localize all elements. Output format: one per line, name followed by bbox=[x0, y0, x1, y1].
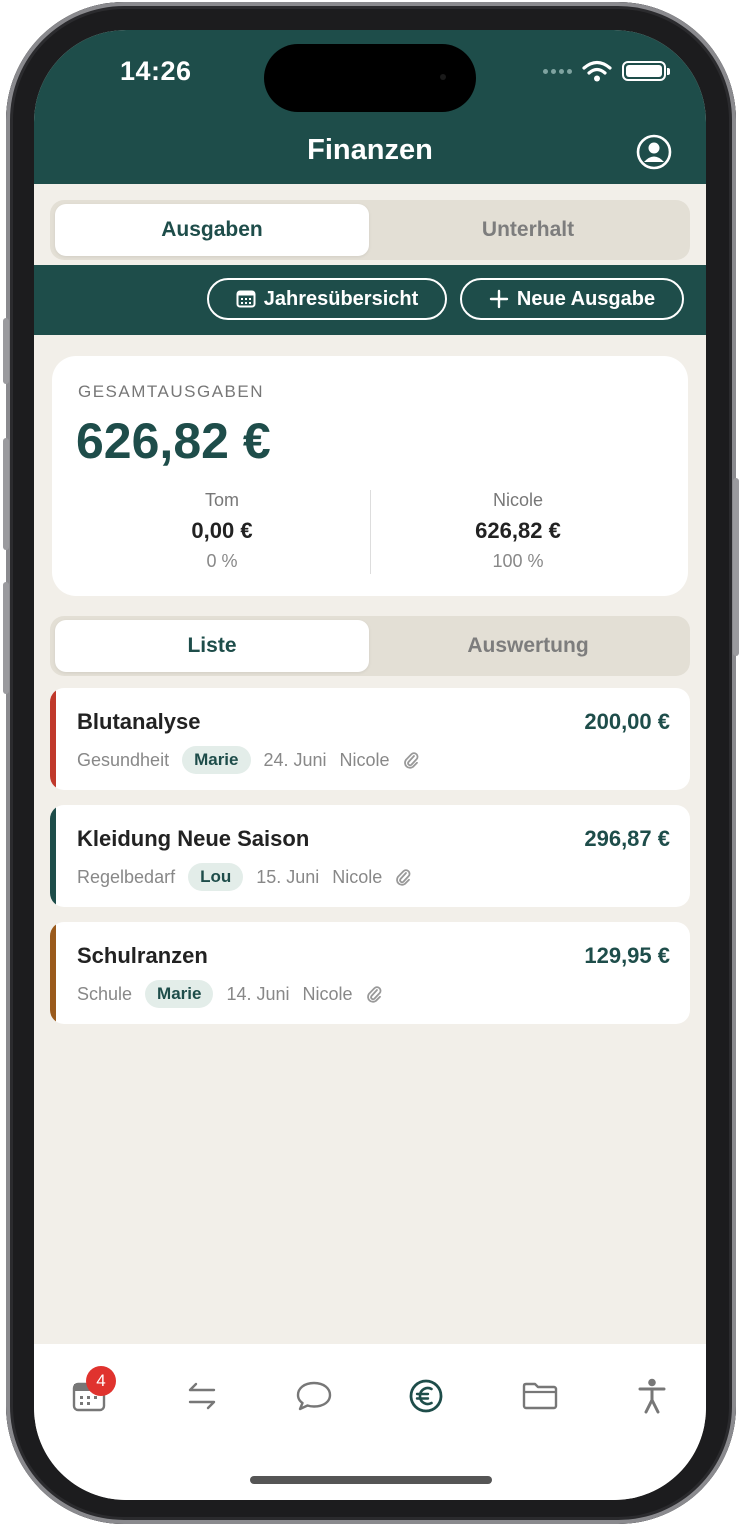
expense-title: Blutanalyse bbox=[77, 709, 201, 734]
yearly-overview-button[interactable]: Jahresübersicht bbox=[207, 278, 447, 320]
dynamic-island bbox=[264, 44, 476, 112]
expense-category: Schule bbox=[77, 983, 133, 1004]
tab-unterhalt[interactable]: Unterhalt bbox=[371, 204, 685, 256]
yearly-overview-label: Jahresübersicht bbox=[263, 287, 419, 310]
segment-list-analysis: Liste Auswertung bbox=[50, 616, 690, 676]
expense-title: Schulranzen bbox=[77, 943, 208, 968]
expense-amount: 129,95 € bbox=[584, 943, 670, 968]
expense-item[interactable]: Kleidung Neue Saison 296,87 € Regelbedar… bbox=[50, 805, 690, 907]
power-button bbox=[733, 478, 739, 656]
paperclip-icon bbox=[396, 869, 411, 886]
battery-icon bbox=[622, 61, 670, 81]
notification-badge: 4 bbox=[86, 1366, 116, 1396]
segment-expenses-maintenance: Ausgaben Unterhalt bbox=[50, 200, 690, 260]
expense-date: 24. Juni bbox=[263, 749, 327, 770]
person-percent: 100 % bbox=[492, 551, 544, 571]
signal-icon bbox=[543, 68, 572, 74]
new-expense-label: Neue Ausgabe bbox=[516, 287, 656, 310]
mute-switch bbox=[3, 318, 9, 384]
expense-date: 15. Juni bbox=[256, 866, 320, 887]
screen: 14:26 Finanzen Ausgaben Unterhalt Jahres… bbox=[34, 30, 706, 1500]
expense-payer: Nicole bbox=[339, 749, 390, 770]
expense-title: Kleidung Neue Saison bbox=[77, 826, 310, 851]
category-color-bar bbox=[50, 922, 56, 1024]
expense-payer: Nicole bbox=[302, 983, 353, 1004]
status-time: 14:26 bbox=[120, 56, 192, 86]
person-share-nicole: Nicole 626,82 € 100 % bbox=[368, 490, 668, 572]
expense-meta: Schule Marie 14. Juni Nicole bbox=[77, 980, 382, 1008]
total-expenses-amount: 626,82 € bbox=[76, 413, 271, 469]
wifi-icon bbox=[582, 60, 612, 82]
expense-amount: 296,87 € bbox=[584, 826, 670, 851]
expense-category: Regelbedarf bbox=[77, 866, 176, 887]
child-chip: Marie bbox=[182, 746, 251, 774]
status-icons bbox=[543, 60, 670, 82]
expense-date: 14. Juni bbox=[226, 983, 290, 1004]
expense-payer: Nicole bbox=[332, 866, 383, 887]
person-percent: 0 % bbox=[206, 551, 238, 571]
person-share-tom: Tom 0,00 € 0 % bbox=[72, 490, 372, 572]
expense-meta: Gesundheit Marie 24. Juni Nicole bbox=[77, 746, 419, 774]
action-bar: Jahresübersicht Neue Ausgabe bbox=[34, 265, 706, 335]
tab-liste[interactable]: Liste bbox=[55, 620, 369, 672]
expense-item[interactable]: Blutanalyse 200,00 € Gesundheit Marie 24… bbox=[50, 688, 690, 790]
home-indicator bbox=[250, 1476, 492, 1484]
transfer-icon[interactable] bbox=[182, 1376, 222, 1416]
plus-icon bbox=[489, 289, 509, 309]
expense-item[interactable]: Schulranzen 129,95 € Schule Marie 14. Ju… bbox=[50, 922, 690, 1024]
expense-category: Gesundheit bbox=[77, 749, 170, 770]
new-expense-button[interactable]: Neue Ausgabe bbox=[460, 278, 684, 320]
person-name: Tom bbox=[204, 490, 239, 510]
person-icon[interactable] bbox=[632, 1376, 672, 1416]
person-amount: 626,82 € bbox=[475, 518, 561, 543]
category-color-bar bbox=[50, 688, 56, 790]
total-expenses-label: GESAMTAUSGABEN bbox=[78, 382, 264, 401]
paperclip-icon bbox=[403, 752, 419, 769]
folder-icon[interactable] bbox=[520, 1376, 560, 1416]
expense-meta: Regelbedarf Lou 15. Juni Nicole bbox=[77, 863, 411, 891]
header: 14:26 Finanzen bbox=[34, 30, 706, 184]
volume-up-button bbox=[3, 438, 9, 550]
profile-icon[interactable] bbox=[636, 134, 672, 170]
volume-down-button bbox=[3, 582, 9, 694]
tab-ausgaben[interactable]: Ausgaben bbox=[55, 204, 369, 256]
chat-icon[interactable] bbox=[294, 1376, 334, 1416]
page-title: Finanzen bbox=[307, 134, 433, 166]
expense-amount: 200,00 € bbox=[584, 709, 670, 734]
euro-icon[interactable] bbox=[406, 1376, 446, 1416]
calendar-icon bbox=[236, 290, 256, 308]
child-chip: Lou bbox=[188, 863, 244, 891]
person-amount: 0,00 € bbox=[191, 518, 253, 543]
paperclip-icon bbox=[366, 986, 381, 1003]
person-name: Nicole bbox=[492, 490, 544, 510]
tab-auswertung[interactable]: Auswertung bbox=[371, 620, 685, 672]
category-color-bar bbox=[50, 805, 56, 907]
tab-bar: 4 bbox=[34, 1344, 706, 1500]
child-chip: Marie bbox=[145, 980, 214, 1008]
total-expenses-card: GESAMTAUSGABEN 626,82 € Tom 0,00 € 0 % N… bbox=[52, 356, 688, 596]
